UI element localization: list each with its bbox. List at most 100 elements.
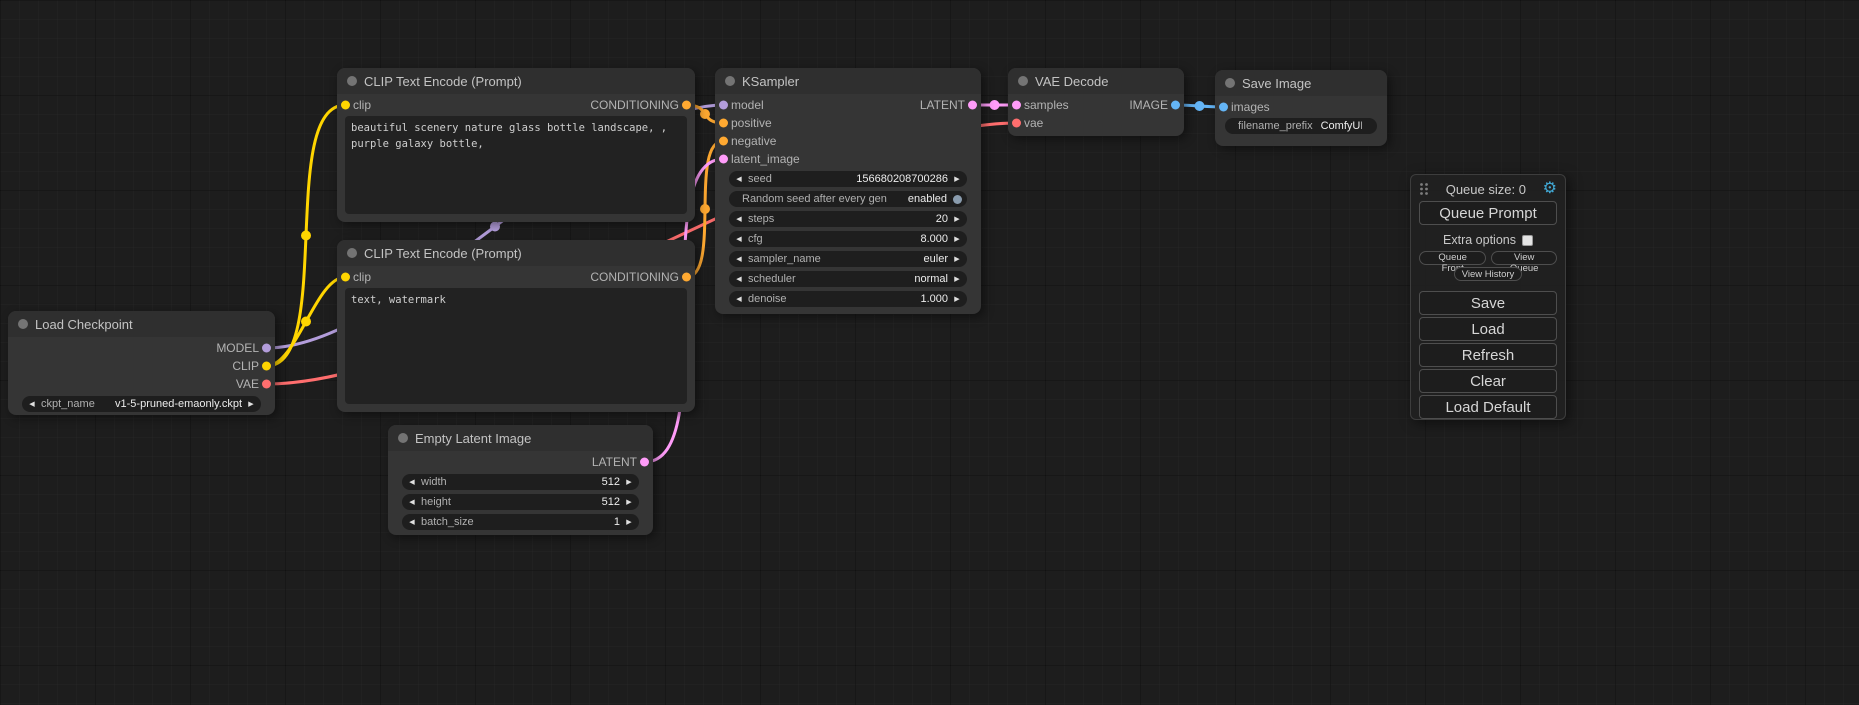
arrow-left-icon[interactable]: ◀ — [734, 216, 744, 223]
input-dot-positive[interactable] — [719, 119, 728, 128]
widget-sampler-name[interactable]: ◀ sampler_name euler ▶ — [729, 251, 967, 267]
prompt-textarea[interactable]: beautiful scenery nature glass bottle la… — [345, 116, 687, 214]
arrow-right-icon[interactable]: ▶ — [624, 519, 634, 526]
output-dot-image[interactable] — [1171, 101, 1180, 110]
widget-random-seed-toggle[interactable]: Random seed after every gen enabled — [729, 191, 967, 207]
arrow-right-icon[interactable]: ▶ — [624, 479, 634, 486]
output-dot-conditioning[interactable] — [682, 101, 691, 110]
widget-label: seed — [748, 173, 772, 185]
collapse-dot-icon[interactable] — [1018, 76, 1028, 86]
load-default-button[interactable]: Load Default — [1419, 395, 1557, 419]
wire-dot-conditioning-positive — [700, 109, 710, 119]
widget-height[interactable]: ◀ height 512 ▶ — [402, 494, 639, 510]
queue-prompt-button[interactable]: Queue Prompt — [1419, 201, 1557, 225]
arrow-right-icon[interactable]: ▶ — [952, 236, 962, 243]
output-dot-clip[interactable] — [262, 362, 271, 371]
menu-button-stack: Save Load Refresh Clear Load Default — [1419, 290, 1557, 420]
widget-batch-size[interactable]: ◀ batch_size 1 ▶ — [402, 514, 639, 530]
node-empty-latent-image[interactable]: Empty Latent Image LATENT ◀ width 512 ▶ … — [388, 425, 653, 535]
output-dot-vae[interactable] — [262, 380, 271, 389]
node-title-bar[interactable]: Load Checkpoint — [8, 311, 275, 337]
node-clip-text-encode-positive[interactable]: CLIP Text Encode (Prompt) clip CONDITION… — [337, 68, 695, 222]
input-dot-samples[interactable] — [1012, 101, 1021, 110]
menu-header: Queue size: 0 ⚙ — [1419, 179, 1557, 199]
drag-handle-icon[interactable] — [1419, 182, 1429, 196]
widget-label: sampler_name — [748, 253, 821, 265]
output-dot-latent[interactable] — [640, 458, 649, 467]
widget-label: steps — [748, 213, 774, 225]
input-dot-negative[interactable] — [719, 137, 728, 146]
arrow-right-icon[interactable]: ▶ — [246, 401, 256, 408]
arrow-left-icon[interactable]: ◀ — [407, 499, 417, 506]
widget-steps[interactable]: ◀ steps 20 ▶ — [729, 211, 967, 227]
node-save-image[interactable]: Save Image images filename_prefix ComfyU… — [1215, 70, 1387, 146]
output-dot-model[interactable] — [262, 344, 271, 353]
view-queue-button[interactable]: View Queue — [1491, 251, 1557, 265]
collapse-dot-icon[interactable] — [398, 433, 408, 443]
node-load-checkpoint[interactable]: Load Checkpoint MODEL CLIP VAE ◀ ckpt_na… — [8, 311, 275, 415]
arrow-left-icon[interactable]: ◀ — [734, 236, 744, 243]
settings-gear-icon[interactable]: ⚙ — [1543, 181, 1557, 197]
arrow-left-icon[interactable]: ◀ — [407, 479, 417, 486]
output-dot-conditioning[interactable] — [682, 273, 691, 282]
widget-label: height — [421, 496, 451, 508]
arrow-left-icon[interactable]: ◀ — [734, 276, 744, 283]
node-title-bar[interactable]: KSampler — [715, 68, 981, 94]
collapse-dot-icon[interactable] — [347, 76, 357, 86]
node-title-bar[interactable]: Empty Latent Image — [388, 425, 653, 451]
widget-denoise[interactable]: ◀ denoise 1.000 ▶ — [729, 291, 967, 307]
node-title-bar[interactable]: CLIP Text Encode (Prompt) — [337, 68, 695, 94]
arrow-right-icon[interactable]: ▶ — [624, 499, 634, 506]
collapse-dot-icon[interactable] — [18, 319, 28, 329]
collapse-dot-icon[interactable] — [1225, 78, 1235, 88]
arrow-right-icon[interactable]: ▶ — [952, 256, 962, 263]
extra-options-checkbox[interactable] — [1522, 235, 1533, 246]
input-label-latent-image: latent_image — [731, 152, 800, 166]
arrow-left-icon[interactable]: ◀ — [734, 256, 744, 263]
arrow-left-icon[interactable]: ◀ — [407, 519, 417, 526]
input-dot-clip[interactable] — [341, 273, 350, 282]
widget-filename-prefix[interactable]: filename_prefix ComfyUI — [1225, 118, 1377, 134]
arrow-right-icon[interactable]: ▶ — [952, 216, 962, 223]
queue-front-button[interactable]: Queue Front — [1419, 251, 1486, 265]
widget-width[interactable]: ◀ width 512 ▶ — [402, 474, 639, 490]
widget-value: 512 — [459, 496, 620, 508]
input-dot-model[interactable] — [719, 101, 728, 110]
widget-cfg[interactable]: ◀ cfg 8.000 ▶ — [729, 231, 967, 247]
collapse-dot-icon[interactable] — [347, 248, 357, 258]
arrow-right-icon[interactable]: ▶ — [952, 296, 962, 303]
node-ksampler[interactable]: KSampler model LATENT positive negative … — [715, 68, 981, 314]
arrow-right-icon[interactable]: ▶ — [952, 276, 962, 283]
node-vae-decode[interactable]: VAE Decode samples IMAGE vae — [1008, 68, 1184, 136]
toggle-knob-icon[interactable] — [953, 195, 962, 204]
arrow-right-icon[interactable]: ▶ — [952, 176, 962, 183]
prompt-textarea[interactable]: text, watermark — [345, 288, 687, 404]
arrow-left-icon[interactable]: ◀ — [734, 176, 744, 183]
refresh-button[interactable]: Refresh — [1419, 343, 1557, 367]
input-label-negative: negative — [731, 134, 776, 148]
save-button[interactable]: Save — [1419, 291, 1557, 315]
arrow-left-icon[interactable]: ◀ — [27, 401, 37, 408]
collapse-dot-icon[interactable] — [725, 76, 735, 86]
input-dot-vae[interactable] — [1012, 119, 1021, 128]
input-dot-clip[interactable] — [341, 101, 350, 110]
slot-row: samples IMAGE — [1008, 96, 1184, 114]
arrow-left-icon[interactable]: ◀ — [734, 296, 744, 303]
wire-dot-model — [490, 222, 500, 232]
input-dot-latent-image[interactable] — [719, 155, 728, 164]
graph-canvas[interactable]: { "colors": { "model": "#B39DDB", "clip"… — [0, 0, 1859, 705]
node-title-bar[interactable]: Save Image — [1215, 70, 1387, 96]
node-title-bar[interactable]: VAE Decode — [1008, 68, 1184, 94]
widget-scheduler[interactable]: ◀ scheduler normal ▶ — [729, 271, 967, 287]
wire-dot-conditioning-negative — [700, 204, 710, 214]
widget-seed[interactable]: ◀ seed 156680208700286 ▶ — [729, 171, 967, 187]
node-clip-text-encode-negative[interactable]: CLIP Text Encode (Prompt) clip CONDITION… — [337, 240, 695, 412]
view-history-button[interactable]: View History — [1454, 267, 1523, 281]
widget-ckpt-name[interactable]: ◀ ckpt_name v1-5-pruned-emaonly.ckpt ▶ — [22, 396, 261, 412]
widget-value: 512 — [455, 476, 620, 488]
input-dot-images[interactable] — [1219, 103, 1228, 112]
clear-button[interactable]: Clear — [1419, 369, 1557, 393]
node-title-bar[interactable]: CLIP Text Encode (Prompt) — [337, 240, 695, 266]
output-dot-latent[interactable] — [968, 101, 977, 110]
load-button[interactable]: Load — [1419, 317, 1557, 341]
